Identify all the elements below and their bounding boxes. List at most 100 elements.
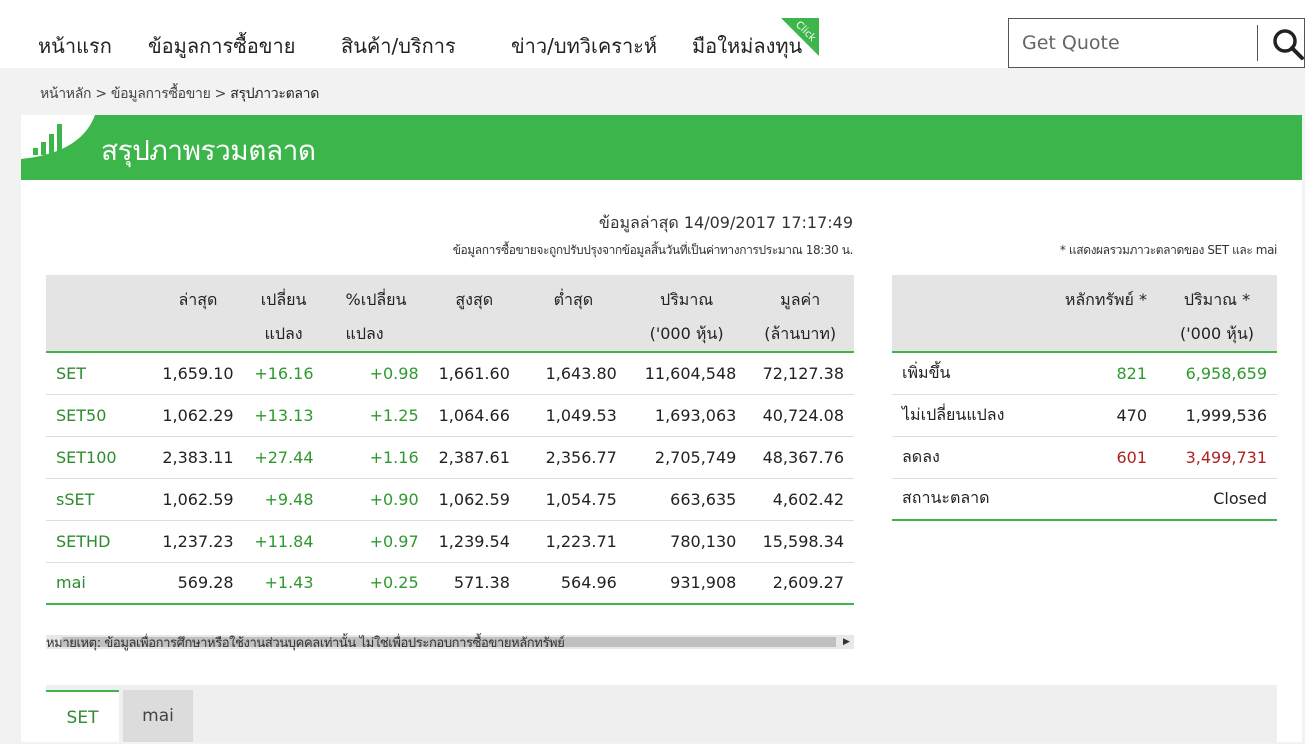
tab-mai[interactable]: mai: [123, 690, 193, 742]
disclaimer-scroll-area: ▶ หมายเหตุ: ข้อมูลเพื่อการศึกษาหรือใช้งา…: [46, 635, 854, 651]
search-divider: [1257, 25, 1258, 61]
breadth-row-advance: เพิ่มขึ้น 821 6,958,659: [892, 352, 1277, 395]
index-high: 571.38: [428, 562, 520, 605]
breadth-row-decline: ลดลง 601 3,499,731: [892, 436, 1277, 479]
col-header-securities: หลักทรัพย์ *: [1037, 275, 1157, 353]
index-last: 1,237.23: [152, 520, 244, 563]
index-name-link[interactable]: SET: [46, 352, 153, 395]
index-change: +13.13: [243, 394, 324, 437]
index-value: 40,724.08: [746, 394, 854, 437]
breadth-note: * แสดงผลรวมภาวะตลาดของ SET และ mai: [1059, 243, 1277, 257]
index-last: 2,383.11: [152, 436, 244, 479]
index-table: ล่าสุด เปลี่ยน แปลง %เปลี่ยน แปลง สูงสุด ต…: [46, 275, 854, 605]
market-status-value: Closed: [1037, 478, 1277, 521]
tab-set[interactable]: SET: [46, 690, 119, 742]
breadcrumb-trading-data[interactable]: ข้อมูลการซื้อขาย: [111, 86, 211, 102]
index-volume: 931,908: [626, 562, 747, 605]
index-value: 72,127.38: [746, 352, 854, 395]
scroll-right-icon[interactable]: ▶: [843, 635, 850, 649]
col-header-low: ต่ำสุด: [519, 275, 627, 353]
col-header-breadth-volume: ปริมาณ * ('000 หุ้น): [1157, 275, 1277, 353]
index-table-header: ล่าสุด เปลี่ยน แปลง %เปลี่ยน แปลง สูงสุด ต…: [46, 275, 854, 353]
col-header-high: สูงสุด: [428, 275, 520, 353]
breadth-volume: 3,499,731: [1157, 436, 1277, 479]
index-row-mai: mai 569.28 +1.43 +0.25 571.38 564.96 931…: [46, 562, 854, 605]
breadth-row-market-status: สถานะตลาด Closed: [892, 478, 1277, 521]
get-quote-search: [1008, 18, 1305, 68]
breadcrumb-separator: >: [95, 86, 107, 102]
index-low: 1,643.80: [519, 352, 627, 395]
nav-home[interactable]: หน้าแรก: [38, 30, 112, 62]
index-volume: 11,604,548: [626, 352, 747, 395]
index-name-link[interactable]: SET100: [46, 436, 153, 479]
index-pct-change: +0.25: [323, 562, 429, 605]
index-change: +11.84: [243, 520, 324, 563]
index-last: 569.28: [152, 562, 244, 605]
breadth-count: 601: [1037, 436, 1157, 479]
col-header-category: [892, 275, 1037, 353]
breadcrumb-home[interactable]: หน้าหลัก: [40, 86, 91, 102]
index-change: +9.48: [243, 478, 324, 521]
bar-chart-icon: [21, 115, 95, 159]
breadcrumb: หน้าหลัก > ข้อมูลการซื้อขาย > สรุปภาวะตล…: [40, 83, 319, 105]
index-name-link[interactable]: SETHD: [46, 520, 153, 563]
update-note: ข้อมูลการซื้อขายจะถูกปรับปรุงจากข้อมูลสิ…: [452, 243, 854, 257]
breadth-volume: 6,958,659: [1157, 352, 1277, 395]
click-badge-icon[interactable]: Click: [773, 18, 819, 56]
index-pct-change: +1.25: [323, 394, 429, 437]
index-high: 2,387.61: [428, 436, 520, 479]
index-low: 2,356.77: [519, 436, 627, 479]
index-high: 1,239.54: [428, 520, 520, 563]
page-banner: สรุปภาพรวมตลาด: [21, 115, 1302, 180]
index-volume: 663,635: [626, 478, 747, 521]
index-last: 1,062.29: [152, 394, 244, 437]
breadth-row-unchanged: ไม่เปลี่ยนแปลง 470 1,999,536: [892, 394, 1277, 437]
index-change: +1.43: [243, 562, 324, 605]
index-value: 2,609.27: [746, 562, 854, 605]
index-row-set100: SET100 2,383.11 +27.44 +1.16 2,387.61 2,…: [46, 436, 854, 479]
index-high: 1,062.59: [428, 478, 520, 521]
index-row-sethd: SETHD 1,237.23 +11.84 +0.97 1,239.54 1,2…: [46, 520, 854, 563]
index-volume: 780,130: [626, 520, 747, 563]
index-name-link[interactable]: sSET: [46, 478, 153, 521]
market-status-label: สถานะตลาด: [892, 478, 1037, 521]
index-pct-change: +0.97: [323, 520, 429, 563]
index-last: 1,659.10: [152, 352, 244, 395]
index-name-link[interactable]: SET50: [46, 394, 153, 437]
index-pct-change: +0.90: [323, 478, 429, 521]
breadcrumb-current: สรุปภาวะตลาด: [230, 86, 319, 102]
index-value: 48,367.76: [746, 436, 854, 479]
breadth-label: เพิ่มขึ้น: [892, 352, 1037, 395]
breadth-label: ไม่เปลี่ยนแปลง: [892, 394, 1037, 437]
index-value: 15,598.34: [746, 520, 854, 563]
index-name-link[interactable]: mai: [46, 562, 153, 605]
market-summary-panel: สรุปภาพรวมตลาด ข้อมูลล่าสุด 14/09/2017 1…: [21, 115, 1302, 742]
index-volume: 2,705,749: [626, 436, 747, 479]
get-quote-input[interactable]: [1009, 19, 1257, 67]
index-high: 1,064.66: [428, 394, 520, 437]
last-updated: ข้อมูลล่าสุด 14/09/2017 17:17:49: [598, 213, 853, 232]
index-row-sset: sSET 1,062.59 +9.48 +0.90 1,062.59 1,054…: [46, 478, 854, 521]
col-header-pct-change: %เปลี่ยน แปลง: [323, 275, 429, 353]
market-tabs: SET mai: [46, 685, 1277, 742]
index-pct-change: +0.98: [323, 352, 429, 395]
index-low: 1,223.71: [519, 520, 627, 563]
col-header-volume: ปริมาณ ('000 หุ้น): [626, 275, 747, 353]
index-pct-change: +1.16: [323, 436, 429, 479]
breadth-label: ลดลง: [892, 436, 1037, 479]
index-row-set50: SET50 1,062.29 +13.13 +1.25 1,064.66 1,0…: [46, 394, 854, 437]
disclaimer-text: หมายเหตุ: ข้อมูลเพื่อการศึกษาหรือใช้งานส…: [46, 636, 565, 651]
nav-news-analysis[interactable]: ข่าว/บทวิเคราะห์: [511, 30, 657, 62]
nav-products-services[interactable]: สินค้า/บริการ: [341, 30, 456, 62]
index-volume: 1,693,063: [626, 394, 747, 437]
search-icon[interactable]: [1271, 27, 1305, 61]
nav-trading-data[interactable]: ข้อมูลการซื้อขาย: [148, 30, 295, 62]
index-low: 1,049.53: [519, 394, 627, 437]
market-breadth-table: หลักทรัพย์ * ปริมาณ * ('000 หุ้น) เพิ่มขึ…: [892, 275, 1277, 521]
col-header-change: เปลี่ยน แปลง: [243, 275, 324, 353]
page-title: สรุปภาพรวมตลาด: [101, 134, 316, 167]
breadth-table-header: หลักทรัพย์ * ปริมาณ * ('000 หุ้น): [892, 275, 1277, 353]
col-header-name: [46, 275, 153, 353]
index-last: 1,062.59: [152, 478, 244, 521]
index-value: 4,602.42: [746, 478, 854, 521]
